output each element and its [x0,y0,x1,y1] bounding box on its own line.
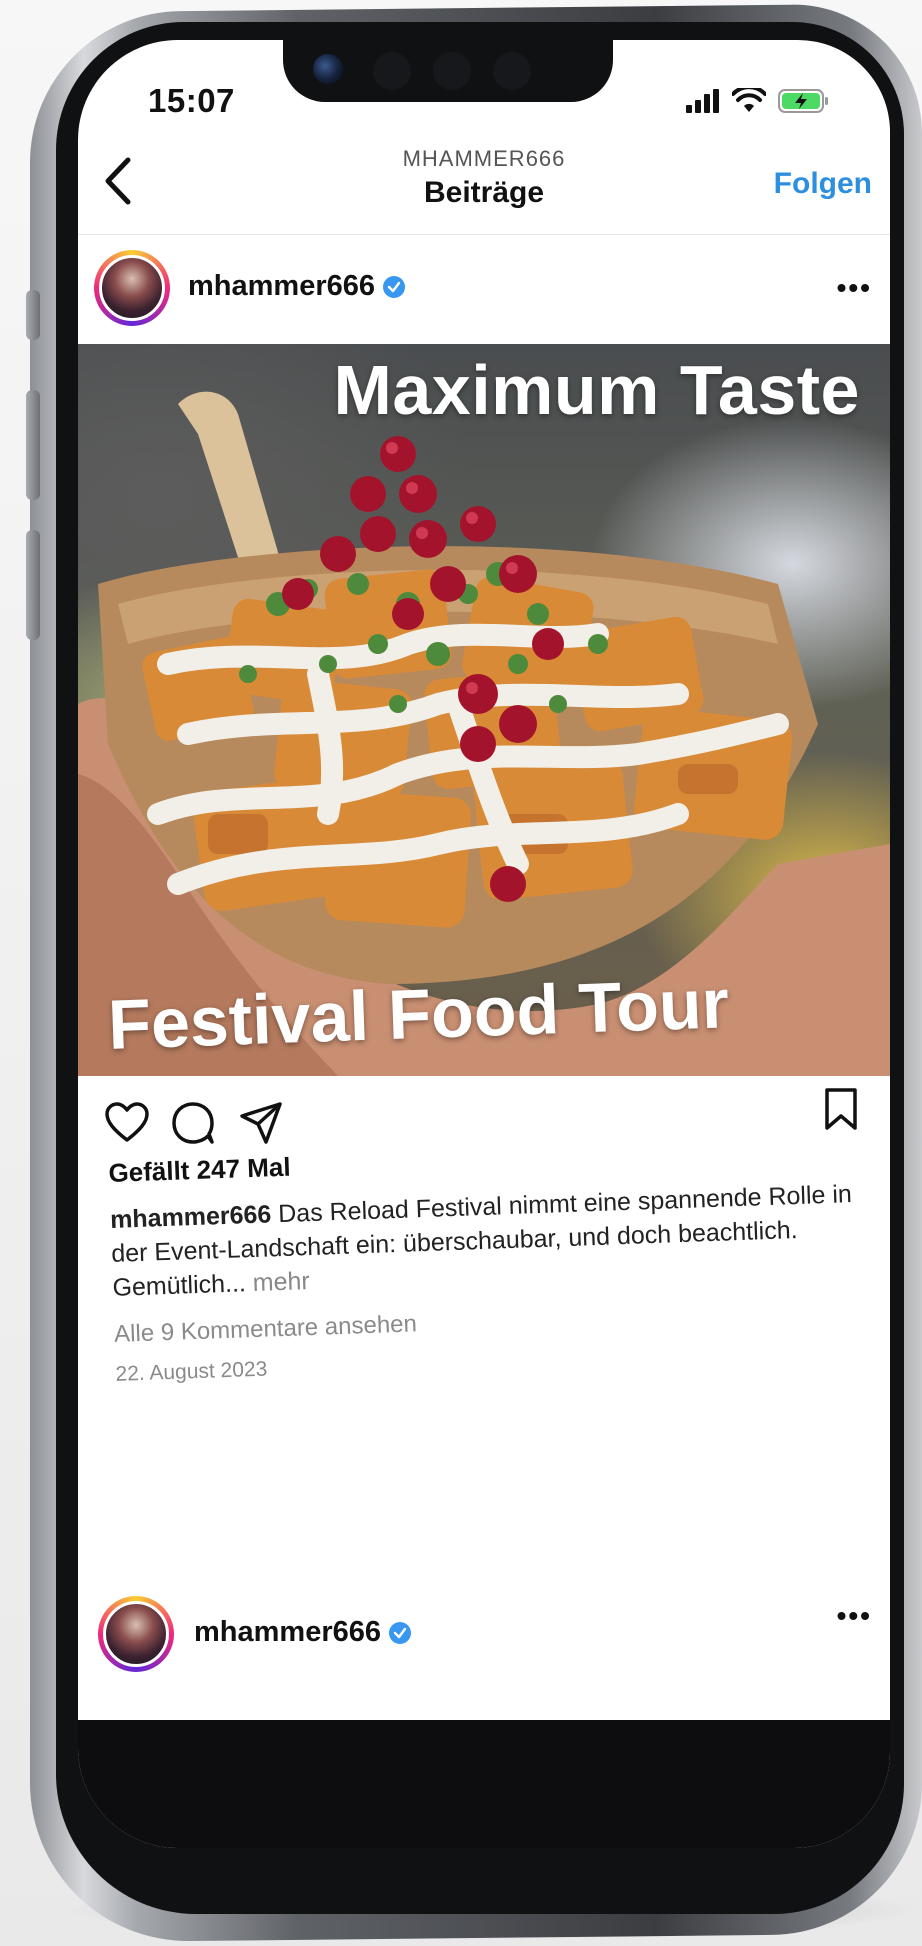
notch [283,40,613,102]
more-horizontal-icon[interactable]: ••• [837,1600,872,1632]
username-text: mhammer666 [188,270,375,302]
paper-plane-icon[interactable] [238,1100,284,1146]
follow-button[interactable]: Folgen [768,166,878,202]
next-post-header: mhammer666 ••• [78,1580,890,1690]
post-image[interactable]: Maximum Taste Festival Food Tour [78,344,890,1076]
front-camera-icon [313,54,343,84]
stage: 15:07 MHAMMER666 Beiträge Folgen mhammer… [0,0,922,1946]
volume-down-button [26,530,40,640]
battery-charging-icon [778,89,828,113]
verified-badge-icon [389,1621,411,1644]
phone-screen: 15:07 MHAMMER666 Beiträge Folgen mhammer… [78,40,890,1848]
food-illustration [78,391,890,1076]
avatar [99,255,165,321]
caption-area: Gefällt 247 Mal mhammer666 Das Reload Fe… [108,1131,876,1386]
volume-up-button [26,390,40,500]
post-caption: mhammer666 Das Reload Festival nimmt ein… [110,1176,873,1304]
page-header: MHAMMER666 Beiträge Folgen [78,138,890,235]
post-username[interactable]: mhammer666 [188,270,405,303]
username-text: mhammer666 [194,1616,381,1648]
cellular-signal-icon [686,89,719,113]
caption-username[interactable]: mhammer666 [110,1200,272,1234]
wifi-icon [732,88,766,112]
heart-icon[interactable] [104,1100,150,1146]
mute-switch [26,290,40,340]
post-username[interactable]: mhammer666 [194,1616,411,1649]
sensor-dot [433,52,471,90]
post-header: mhammer666 ••• [78,234,890,344]
comment-icon[interactable] [170,1100,216,1146]
bookmark-icon[interactable] [818,1086,864,1132]
story-ring[interactable] [94,250,170,326]
avatar [103,1601,169,1667]
status-time: 15:07 [148,82,235,119]
caption-text: Das Reload Festival nimmt eine spannende… [110,1180,853,1302]
overlay-title: Maximum Taste [333,351,860,429]
sensor-dot [493,52,531,90]
verified-badge-icon [383,275,405,298]
bottom-bezel [78,1720,890,1848]
status-icons [686,88,830,114]
story-ring[interactable] [98,1596,174,1672]
more-link[interactable]: mehr [245,1267,310,1297]
more-horizontal-icon[interactable]: ••• [837,272,872,304]
sensor-dot [373,52,411,90]
